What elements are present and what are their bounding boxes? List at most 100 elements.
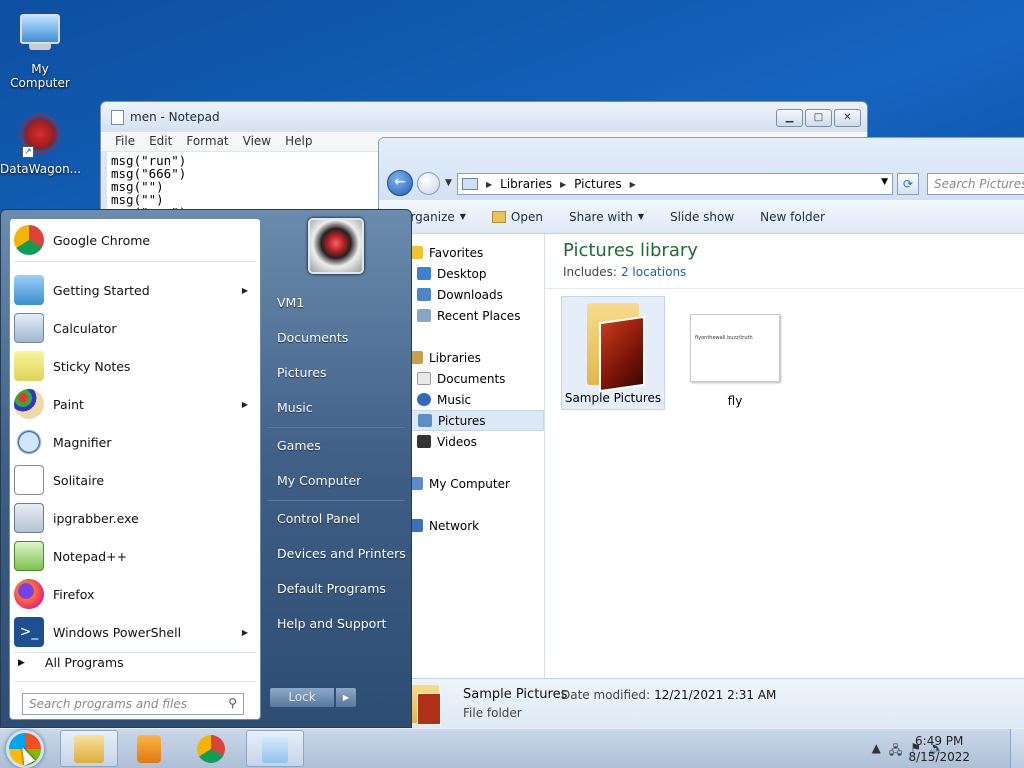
user-avatar[interactable] xyxy=(308,218,364,274)
taskbar-chrome[interactable] xyxy=(182,730,240,767)
share-with-button[interactable]: Share with ▼ xyxy=(569,210,644,224)
notepad-titlebar[interactable]: men - Notepad xyxy=(101,102,867,132)
minimize-button[interactable]: ▁ xyxy=(776,109,803,127)
desktop-icon-label: DataWagon... xyxy=(0,162,82,176)
chevron-right-icon: ▶ xyxy=(241,399,248,409)
taskbar-explorer[interactable] xyxy=(60,730,118,767)
program-solitaire[interactable]: Solitaire xyxy=(10,462,260,498)
music-icon xyxy=(417,393,431,406)
program-label: Notepad++ xyxy=(53,548,128,564)
program-label: Solitaire xyxy=(53,472,105,488)
chrome-icon xyxy=(197,734,225,763)
desktop-icon xyxy=(417,267,431,280)
network-icon[interactable]: 🖧 xyxy=(889,741,902,762)
chevron-down-icon: ▼ xyxy=(637,212,645,221)
chevron-right-icon: ▶ xyxy=(18,657,25,668)
sticky-notes-icon xyxy=(14,351,44,381)
address-bar[interactable]: ▶ Libraries ▶ Pictures ▶ ▼ xyxy=(457,173,893,195)
breadcrumb-libraries[interactable]: Libraries xyxy=(500,177,552,191)
nav-network-label: Network xyxy=(429,518,480,533)
program-firefox[interactable]: Firefox xyxy=(10,576,260,612)
maximize-button[interactable]: □ xyxy=(805,109,832,127)
show-hidden-icons-icon[interactable]: ▲ xyxy=(872,741,881,762)
start-item-pictures[interactable]: Pictures xyxy=(269,358,407,388)
start-item-music[interactable]: Music xyxy=(269,393,407,423)
close-button[interactable]: ✕ xyxy=(834,109,861,127)
start-item-documents[interactable]: Documents xyxy=(269,323,407,353)
all-programs-button[interactable]: ▶ All Programs xyxy=(18,655,124,670)
program-google-chrome[interactable]: Google Chrome xyxy=(10,222,260,258)
lock-button[interactable]: Lock xyxy=(269,687,335,708)
start-item-devices-and-printers[interactable]: Devices and Printers xyxy=(269,539,407,569)
pictures-icon xyxy=(418,414,432,427)
slide-show-button[interactable]: Slide show xyxy=(670,210,734,224)
shutdown-options-button[interactable]: ▶ xyxy=(335,687,357,708)
chevron-right-icon[interactable]: ▶ xyxy=(486,180,492,189)
program-sticky-notes[interactable]: Sticky Notes xyxy=(10,348,260,384)
menu-edit[interactable]: Edit xyxy=(149,132,172,151)
program-notepadpp[interactable]: Notepad++ xyxy=(10,538,260,574)
program-calculator[interactable]: Calculator xyxy=(10,310,260,346)
downloads-icon xyxy=(417,288,431,301)
start-item-control-panel[interactable]: Control Panel xyxy=(269,504,407,534)
details-modified-label: Date modified: xyxy=(561,688,651,702)
program-label: Getting Started xyxy=(53,282,150,298)
chevron-right-icon[interactable]: ▶ xyxy=(630,180,636,189)
refresh-button[interactable]: ⟳ xyxy=(897,173,919,195)
program-label: Firefox xyxy=(53,586,95,602)
menu-help[interactable]: Help xyxy=(285,132,312,151)
recent-pages-dropdown[interactable]: ▼ xyxy=(445,178,452,188)
clock-date: 8/15/2022 xyxy=(908,750,970,764)
back-button[interactable]: ← xyxy=(387,170,413,196)
new-folder-button[interactable]: New folder xyxy=(760,210,825,224)
start-item-default-programs[interactable]: Default Programs xyxy=(269,574,407,604)
start-item-games[interactable]: Games xyxy=(269,431,407,461)
paint-icon xyxy=(14,389,44,419)
file-item-label: Sample Pictures xyxy=(564,391,662,405)
breadcrumb-pictures[interactable]: Pictures xyxy=(574,177,622,191)
all-programs-label: All Programs xyxy=(44,655,124,670)
search-input[interactable]: Search Pictures xyxy=(927,173,1024,195)
program-windows-powershell[interactable]: >_ Windows PowerShell ▶ xyxy=(10,614,260,650)
start-item-help-and-support[interactable]: Help and Support xyxy=(269,609,407,639)
notepadpp-icon xyxy=(14,541,44,571)
documents-icon xyxy=(417,372,431,385)
solitaire-icon xyxy=(14,465,44,495)
start-item-my-computer[interactable]: My Computer xyxy=(269,466,407,496)
address-dropdown-icon[interactable]: ▼ xyxy=(881,177,888,187)
open-button[interactable]: Open xyxy=(491,210,543,224)
forward-button[interactable] xyxy=(417,172,440,195)
show-desktop-button[interactable] xyxy=(1010,729,1024,768)
taskbar-media-player[interactable] xyxy=(120,730,178,767)
start-item-vm1[interactable]: VM1 xyxy=(269,288,407,318)
desktop-icon-label: My Computer xyxy=(10,62,70,90)
details-modified: Date modified: 12/21/2021 2:31 AM xyxy=(561,688,776,702)
start-search-input[interactable]: Search programs and files ⚲ xyxy=(22,693,244,715)
nav-videos-label: Videos xyxy=(437,434,477,449)
file-view: Pictures library Includes:2 locations Ar… xyxy=(545,234,1024,678)
desktop-icon-my-computer[interactable]: My Computer xyxy=(0,10,80,90)
chevron-right-icon: ▶ xyxy=(241,627,248,637)
taskbar-notepad[interactable] xyxy=(246,730,304,767)
menu-format[interactable]: Format xyxy=(186,132,228,151)
program-magnifier[interactable]: Magnifier xyxy=(10,424,260,460)
nav-favorites-label: Favorites xyxy=(429,245,484,260)
menu-view[interactable]: View xyxy=(243,132,271,151)
file-item[interactable]: flyonthewall buzz/truth fly xyxy=(683,296,787,410)
details-type: File folder xyxy=(463,706,522,720)
desktop-icon-datawagon[interactable]: ↗ DataWagon... xyxy=(0,114,82,176)
folder-icon xyxy=(581,301,645,393)
program-label: Magnifier xyxy=(53,434,112,450)
menu-file[interactable]: File xyxy=(115,132,135,151)
program-paint[interactable]: Paint ▶ xyxy=(10,386,260,422)
file-item[interactable]: Sample Pictures xyxy=(561,296,665,410)
slide-show-label: Slide show xyxy=(670,209,735,224)
program-ipgrabber[interactable]: ipgrabber.exe xyxy=(10,500,260,536)
library-includes: Includes: 2 locations xyxy=(563,265,686,279)
program-getting-started[interactable]: Getting Started ▶ xyxy=(10,272,260,308)
thumbnail-text: flyonthewall buzz/truth xyxy=(695,335,753,341)
search-icon[interactable]: ⚲ xyxy=(228,696,237,710)
locations-link[interactable]: 2 locations xyxy=(621,265,686,279)
clock[interactable]: 6:49 PM 8/15/2022 xyxy=(908,733,970,765)
chevron-right-icon[interactable]: ▶ xyxy=(560,180,566,189)
